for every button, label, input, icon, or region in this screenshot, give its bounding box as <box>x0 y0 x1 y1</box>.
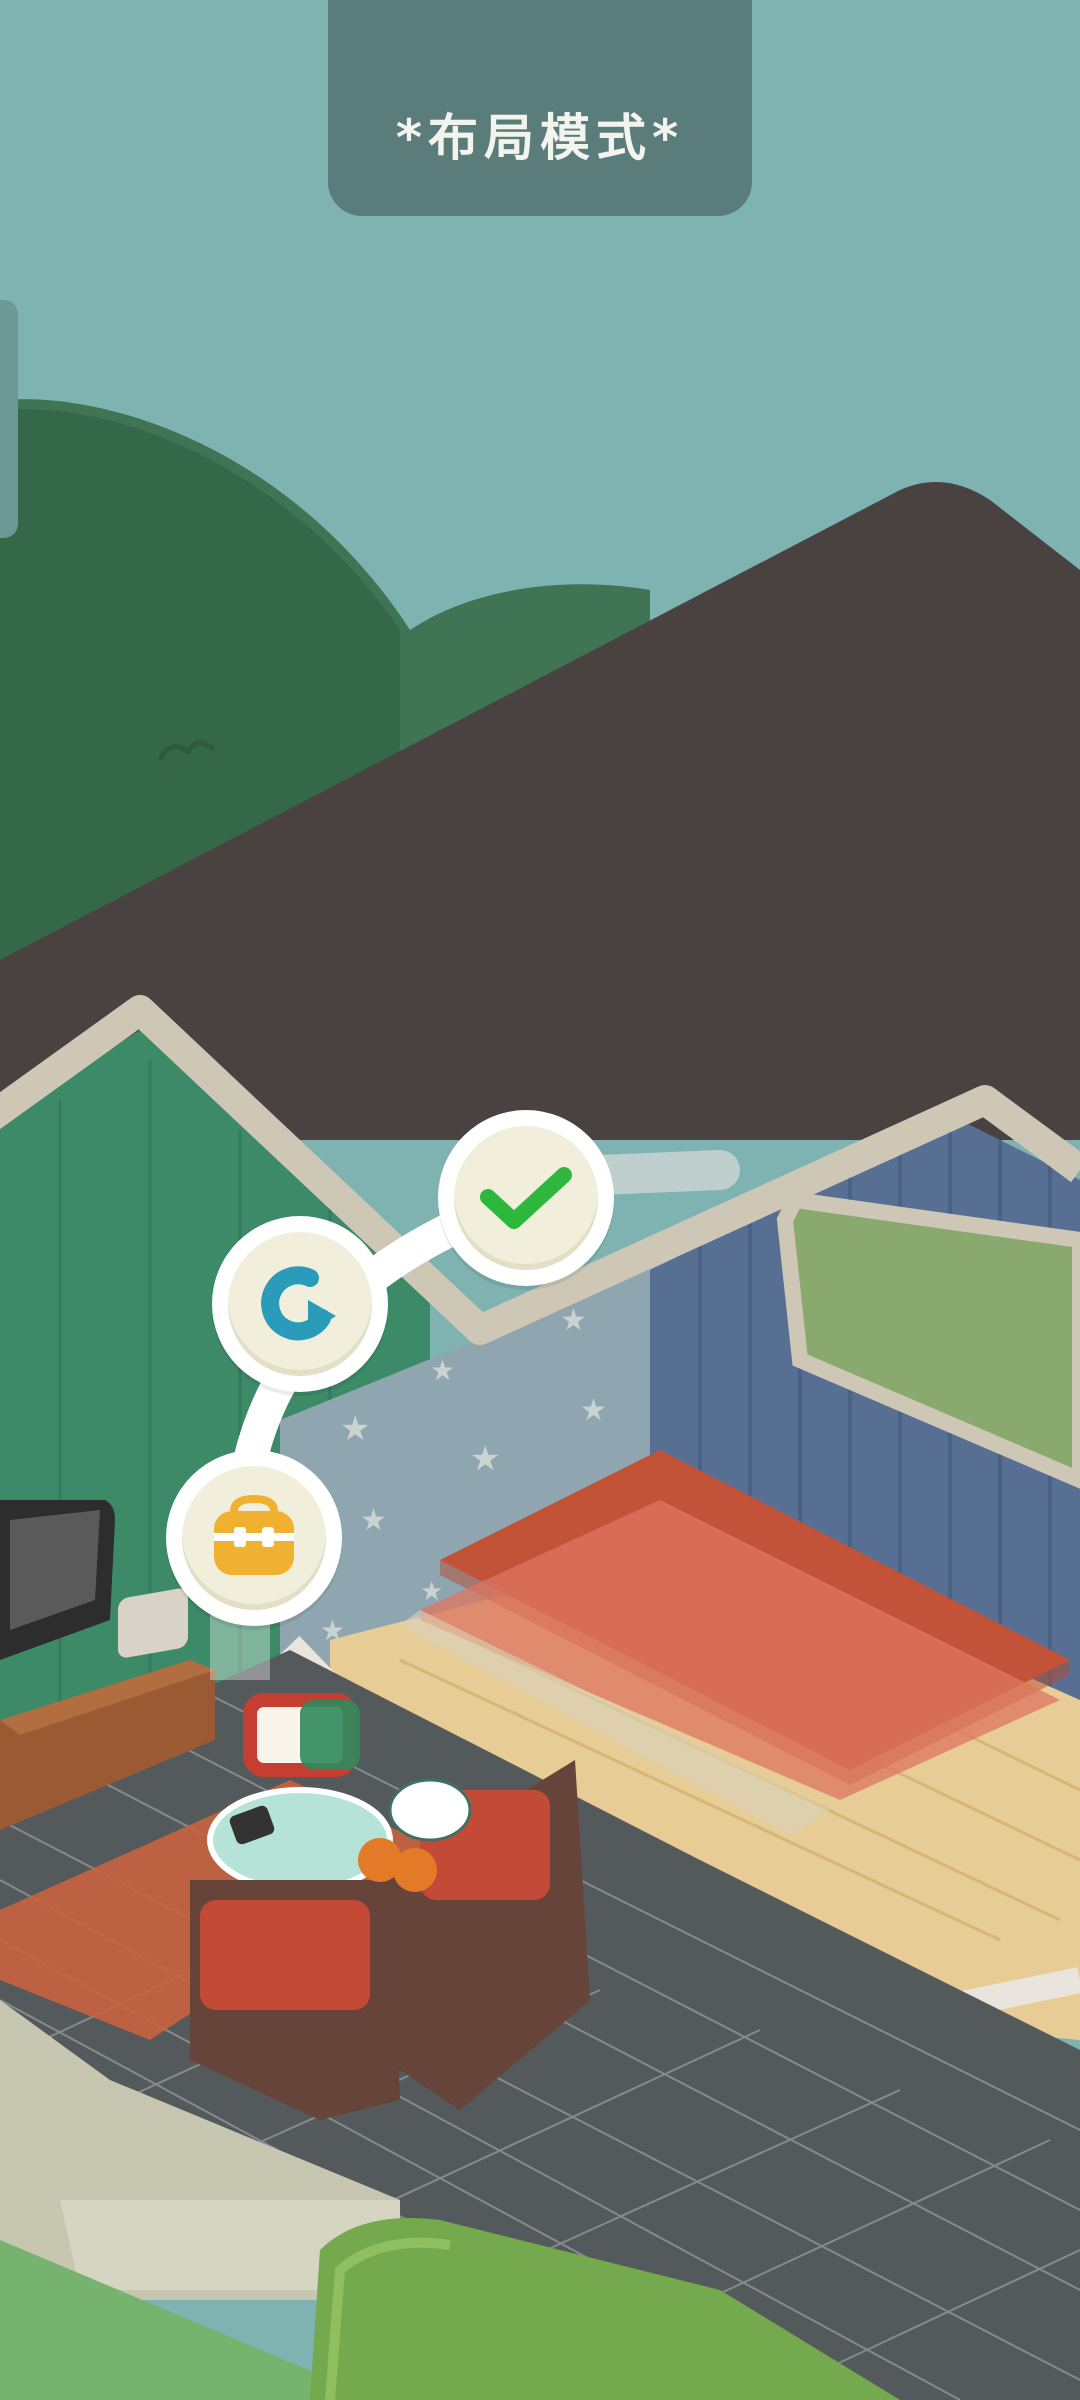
rotate-icon <box>261 1266 336 1341</box>
svg-text:★: ★ <box>470 1439 500 1479</box>
backpack-icon <box>214 1494 294 1575</box>
svg-text:★: ★ <box>360 1503 387 1538</box>
store-item-button[interactable] <box>166 1450 342 1626</box>
svg-text:★: ★ <box>580 1393 607 1428</box>
confirm-button[interactable] <box>438 1110 614 1286</box>
svg-text:★: ★ <box>560 1303 587 1338</box>
rotate-button[interactable] <box>212 1216 388 1392</box>
checkmark-icon <box>480 1167 572 1229</box>
side-drawer-tab[interactable] <box>0 300 18 538</box>
svg-text:★: ★ <box>430 1354 455 1387</box>
layout-mode-title: *布局模式* <box>395 109 685 167</box>
layout-mode-banner: *布局模式* <box>328 0 752 216</box>
svg-text:★: ★ <box>340 1409 370 1449</box>
